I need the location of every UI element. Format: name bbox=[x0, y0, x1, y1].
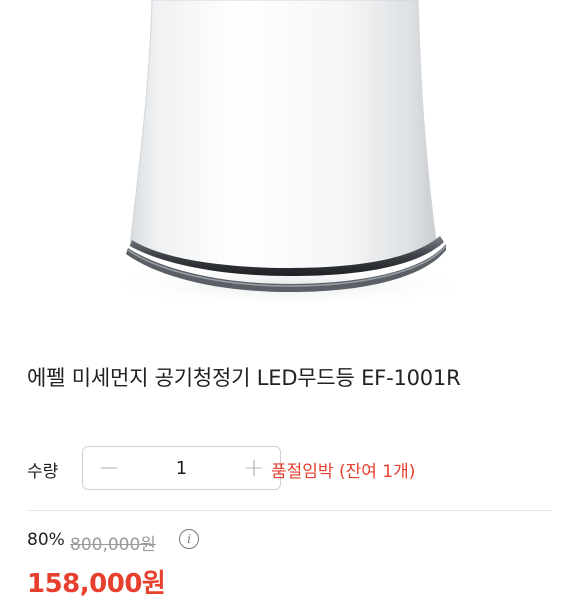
quantity-row: 수량 − 1 + 품절임박 (잔여 1개) bbox=[27, 446, 567, 492]
stock-status: 품절임박 (잔여 1개) bbox=[271, 462, 416, 482]
quantity-label: 수량 bbox=[27, 462, 59, 482]
sale-price: 158,000원 bbox=[27, 569, 166, 599]
divider bbox=[27, 510, 552, 511]
info-icon[interactable]: i bbox=[179, 529, 199, 549]
increase-quantity-button[interactable]: + bbox=[232, 447, 276, 489]
original-price: 800,000원 bbox=[70, 535, 156, 555]
product-title: 에펠 미세먼지 공기청정기 LED무드등 EF-1001R bbox=[27, 366, 461, 390]
product-image bbox=[0, 0, 578, 333]
quantity-stepper: − 1 + bbox=[82, 446, 281, 490]
air-purifier-illustration bbox=[100, 0, 480, 307]
decrease-quantity-button[interactable]: − bbox=[87, 447, 131, 489]
discount-rate: 80% bbox=[27, 530, 65, 550]
quantity-value[interactable]: 1 bbox=[133, 447, 230, 489]
